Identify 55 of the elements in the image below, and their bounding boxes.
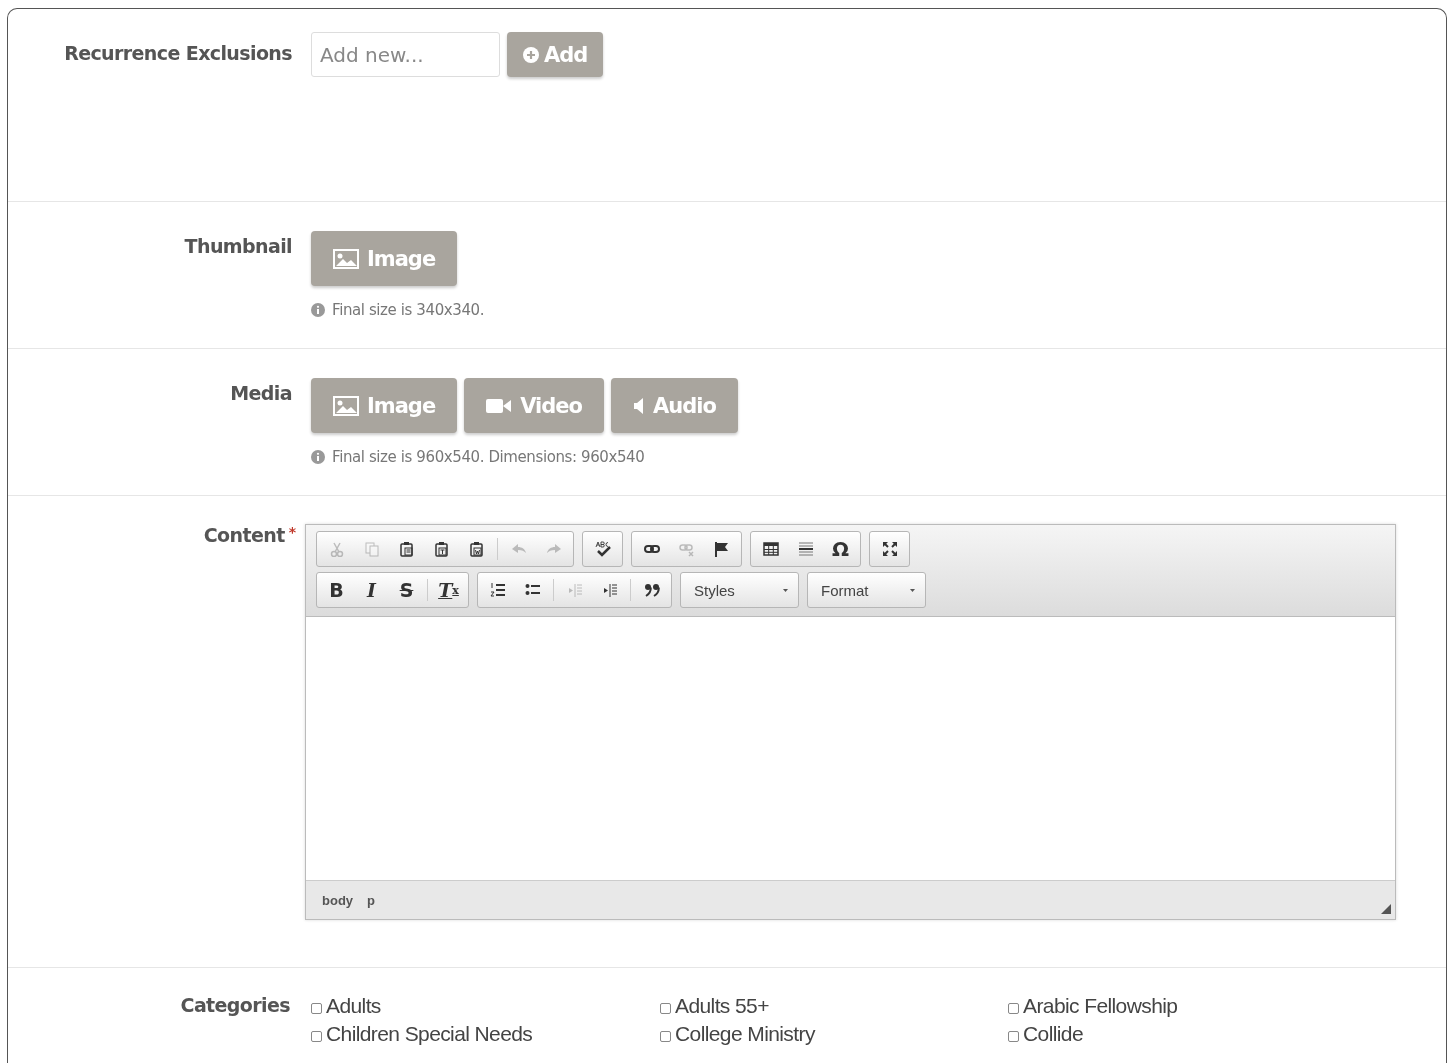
special-character-button[interactable]: Ω	[823, 534, 858, 564]
field-label: Media	[230, 382, 292, 404]
bulleted-list-icon	[524, 582, 541, 598]
element-path-link[interactable]: body	[322, 892, 354, 908]
checkbox-label: Arabic Fellowship	[1023, 994, 1178, 1018]
copy-icon	[363, 541, 380, 557]
info-icon	[311, 303, 325, 317]
clipboard-icon	[433, 541, 450, 557]
scissors-icon	[328, 541, 345, 557]
required-mark: *	[288, 524, 296, 540]
spellcheck-icon	[594, 541, 611, 557]
field-label: Categories	[180, 994, 290, 1016]
clipboard-icon	[468, 541, 485, 557]
checkbox-label: Children Special Needs	[326, 1022, 533, 1046]
horizontal-line-icon	[797, 541, 814, 557]
hint-text: Final size is 340x340.	[332, 301, 485, 319]
element-path-link[interactable]: p	[367, 892, 375, 908]
field-label: Thumbnail	[184, 235, 292, 257]
video-camera-icon	[486, 396, 513, 415]
checkbox[interactable]	[1008, 1030, 1019, 1042]
checkbox[interactable]	[660, 1002, 671, 1014]
table-grid-icon	[762, 541, 779, 557]
plus-circle-icon	[523, 46, 539, 63]
clipboard-icon	[398, 541, 415, 557]
checkbox-label: Adults 55+	[675, 994, 769, 1018]
dropdown[interactable]: Format	[807, 572, 926, 608]
checkbox-label: College Ministry	[675, 1022, 815, 1046]
checkbox[interactable]	[311, 1002, 322, 1014]
image-icon	[333, 395, 359, 416]
numbered-list-icon	[489, 582, 506, 598]
image-icon	[333, 248, 359, 269]
dropdown[interactable]: Styles	[680, 572, 799, 608]
checkbox[interactable]	[1008, 1002, 1019, 1014]
resize-grip-icon	[1381, 904, 1391, 914]
indent-icon	[601, 582, 618, 598]
input-field[interactable]: Add new...	[311, 32, 500, 77]
maximize-arrows-icon	[881, 541, 898, 557]
italic-button[interactable]: I	[354, 575, 389, 605]
flag-icon	[713, 541, 730, 557]
checkbox[interactable]	[311, 1030, 322, 1042]
field-label: Content	[203, 524, 285, 546]
info-icon	[311, 450, 325, 464]
bold-button[interactable]: B	[319, 575, 354, 605]
checkbox-label: Adults	[326, 994, 381, 1018]
caret-icon	[783, 588, 788, 592]
speaker-icon	[632, 397, 645, 414]
checkbox-label: Collide	[1023, 1022, 1083, 1046]
checkbox[interactable]	[660, 1030, 671, 1042]
outdent-icon	[566, 582, 583, 598]
quotation-marks-icon	[643, 582, 660, 598]
caret-icon	[910, 588, 915, 592]
strikethrough-button[interactable]: S	[389, 575, 424, 605]
field-label: Recurrence Exclusions	[64, 42, 292, 64]
hint-text: Final size is 960x540. Dimensions: 960x540	[332, 448, 645, 466]
broken-link-icon	[678, 541, 695, 557]
